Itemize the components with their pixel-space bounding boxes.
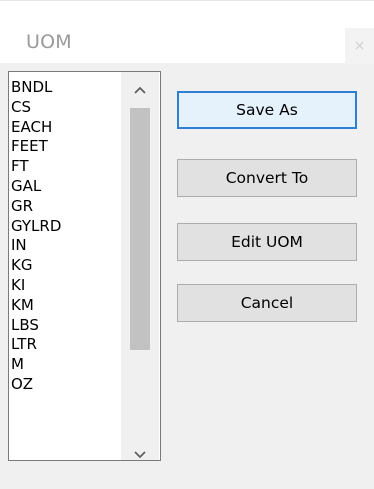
dialog-bottom	[0, 465, 374, 489]
list-item[interactable]: KM	[11, 296, 121, 316]
list-item[interactable]: M	[11, 355, 121, 375]
list-item[interactable]: GAL	[11, 177, 121, 197]
cancel-button[interactable]: Cancel	[177, 284, 357, 322]
uom-list-items: BNDL CS EACH FEET FT GAL GR GYLRD IN KG KI KM LBS LTR…	[11, 78, 121, 395]
save-as-button[interactable]: Save As	[177, 91, 357, 129]
uom-dialog: UOM × BNDL CS EACH FEET FT GAL GR GYLRD IN KG KI KM…	[0, 0, 374, 489]
list-item[interactable]: KI	[11, 276, 121, 296]
list-item[interactable]: CS	[11, 98, 121, 118]
edit-uom-button[interactable]: Edit UOM	[177, 223, 357, 261]
chevron-up-icon	[134, 86, 146, 94]
scroll-down-button[interactable]	[121, 447, 159, 460]
list-item[interactable]: GYLRD	[11, 217, 121, 237]
list-item[interactable]: FT	[11, 157, 121, 177]
list-item[interactable]: EACH	[11, 118, 121, 138]
scroll-thumb[interactable]	[130, 108, 150, 350]
close-button[interactable]: ×	[345, 28, 374, 64]
list-item[interactable]: LTR	[11, 335, 121, 355]
list-item[interactable]: KG	[11, 256, 121, 276]
chevron-down-icon	[134, 451, 146, 459]
list-scrollbar[interactable]	[121, 72, 159, 460]
title-bar: UOM ×	[0, 0, 374, 64]
list-item[interactable]: BNDL	[11, 78, 121, 98]
list-item[interactable]: LBS	[11, 316, 121, 336]
list-item[interactable]: FEET	[11, 137, 121, 157]
list-item[interactable]: IN	[11, 236, 121, 256]
uom-listbox[interactable]: BNDL CS EACH FEET FT GAL GR GYLRD IN KG KI KM LBS LTR…	[8, 71, 161, 461]
scroll-up-button[interactable]	[121, 72, 159, 108]
convert-to-button[interactable]: Convert To	[177, 159, 357, 197]
dialog-title: UOM	[26, 31, 72, 53]
list-item[interactable]: GR	[11, 197, 121, 217]
list-item[interactable]: OZ	[11, 375, 121, 395]
